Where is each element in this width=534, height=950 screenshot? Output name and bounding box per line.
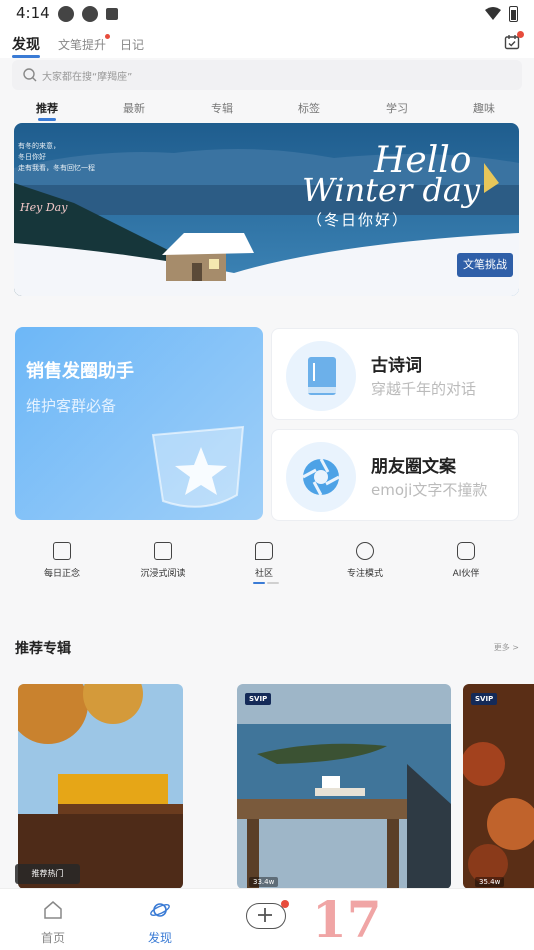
nav-label: 首页	[40, 931, 65, 945]
quick-daily-mindfulness[interactable]: 每日正念	[17, 540, 107, 579]
icon-circle	[286, 442, 356, 512]
album-cover	[463, 684, 534, 889]
robot-icon	[457, 542, 475, 560]
category-albums[interactable]: 专辑	[202, 100, 242, 116]
quick-label: AI伙伴	[452, 569, 480, 579]
tab-discover[interactable]: 发现	[12, 34, 40, 58]
active-indicator	[12, 55, 40, 58]
card-subtitle: 穿越千年的对话	[371, 380, 477, 398]
badge-dot	[281, 900, 289, 908]
planet-icon	[150, 903, 170, 917]
chat-icon	[255, 542, 273, 560]
nav-home[interactable]: 首页	[23, 899, 83, 946]
category-tabs: 推荐 最新 专辑 标签 学习 趣味	[0, 96, 534, 121]
icon-circle	[286, 341, 356, 411]
tab-label: 发现	[12, 37, 40, 53]
winter-banner[interactable]: 有冬的来意， 冬日你好 走有我看，冬有回忆一程 Hey Day Hello Wi…	[14, 123, 519, 296]
book-icon	[308, 357, 336, 395]
category-label: 标签	[298, 102, 320, 115]
quick-ai-partner[interactable]: AI伙伴	[421, 540, 511, 579]
album-cover	[237, 684, 451, 889]
page-indicator	[253, 582, 279, 584]
category-label: 专辑	[211, 102, 233, 115]
quick-label: 社区	[254, 569, 273, 579]
calendar-button[interactable]	[504, 31, 524, 50]
page-dot-active	[253, 582, 265, 584]
category-study[interactable]: 学习	[377, 100, 417, 116]
category-latest[interactable]: 最新	[114, 100, 154, 116]
card-title: 古诗词	[371, 356, 422, 376]
moments-copy-card[interactable]: 朋友圈文案 emoji文字不撞款	[271, 429, 519, 521]
wifi-icon	[485, 7, 501, 20]
album-card[interactable]: SVIP 35.4w	[463, 684, 534, 889]
notification-icon	[82, 6, 98, 22]
sales-assistant-card[interactable]: 销售发圈助手 维护客群必备	[15, 327, 263, 520]
status-time: 4:14	[16, 4, 50, 22]
quick-label: 每日正念	[43, 569, 80, 579]
clock-icon	[356, 542, 374, 560]
search-input[interactable]: 大家都在搜“摩羯座”	[12, 60, 522, 90]
app-icon	[106, 8, 118, 20]
search-placeholder: 大家都在搜“摩羯座”	[42, 72, 133, 83]
album-cover	[18, 684, 183, 889]
banner-subtitle: （冬日你好）	[307, 211, 410, 229]
quick-label: 沉浸式阅读	[140, 569, 186, 579]
section-title: 推荐专辑	[15, 641, 71, 657]
status-icons	[58, 6, 118, 22]
banner-small-text: 有冬的来意， 冬日你好 走有我看，冬有回忆一程	[18, 142, 95, 172]
poetry-card[interactable]: 古诗词 穿越千年的对话	[271, 328, 519, 420]
category-label: 趣味	[473, 102, 495, 115]
expand-icon	[154, 542, 172, 560]
quick-immersive-reading[interactable]: 沉浸式阅读	[118, 540, 208, 579]
home-icon	[44, 901, 62, 919]
watermark-logo: 17	[312, 890, 382, 949]
view-count: 33.4w	[249, 877, 279, 887]
category-fun[interactable]: 趣味	[464, 100, 504, 116]
tab-label: 文笔提升	[58, 38, 107, 52]
svip-badge: SVIP	[245, 693, 272, 705]
bottom-nav: 首页 发现	[0, 888, 534, 950]
status-right	[485, 6, 518, 22]
nav-discover[interactable]: 发现	[130, 899, 190, 946]
banner-title-line2: Winter day	[302, 171, 481, 209]
card-title: 朋友圈文案	[371, 457, 456, 477]
notification-icon	[58, 6, 74, 22]
tab-writing[interactable]: 文笔提升	[58, 34, 111, 53]
writing-challenge-button[interactable]: 文笔挑战	[457, 253, 513, 277]
quick-focus-mode[interactable]: 专注模式	[320, 540, 410, 579]
card-title: 销售发圈助手	[26, 361, 134, 382]
nav-label: 发现	[147, 931, 172, 945]
svip-badge: SVIP	[471, 693, 498, 705]
trophy-icon	[151, 425, 245, 508]
aperture-icon	[302, 458, 340, 496]
active-indicator	[38, 118, 56, 121]
album-card[interactable]: SVIP 33.4w	[237, 684, 451, 889]
page-dot	[267, 582, 279, 584]
card-subtitle: 维护客群必备	[26, 397, 117, 415]
status-bar: 4:14	[0, 0, 534, 28]
quick-label: 专注模式	[346, 569, 383, 579]
category-label: 推荐	[36, 102, 58, 115]
tab-diary[interactable]: 日记	[120, 36, 144, 53]
category-tags[interactable]: 标签	[289, 100, 329, 116]
banner-signature: Hey Day	[20, 201, 68, 214]
view-count: 35.4w	[475, 877, 505, 887]
search-icon	[23, 68, 37, 82]
category-recommended[interactable]: 推荐	[27, 100, 67, 121]
badge-dot	[517, 31, 524, 38]
plus-icon	[258, 908, 273, 923]
top-tabs: 发现 文笔提升 日记	[0, 28, 534, 58]
quick-community[interactable]: 社区	[219, 540, 309, 579]
tab-label: 日记	[120, 38, 145, 52]
category-label: 最新	[123, 102, 145, 115]
more-link[interactable]: 更多 >	[494, 642, 519, 653]
category-label: 学习	[386, 102, 408, 115]
note-icon	[53, 542, 71, 560]
add-button[interactable]	[246, 900, 289, 929]
album-card[interactable]	[18, 684, 183, 889]
badge-dot	[105, 34, 111, 39]
card-subtitle: emoji文字不撞款	[371, 481, 488, 499]
hot-badge: 推荐热门	[15, 864, 80, 884]
battery-icon	[509, 6, 518, 22]
